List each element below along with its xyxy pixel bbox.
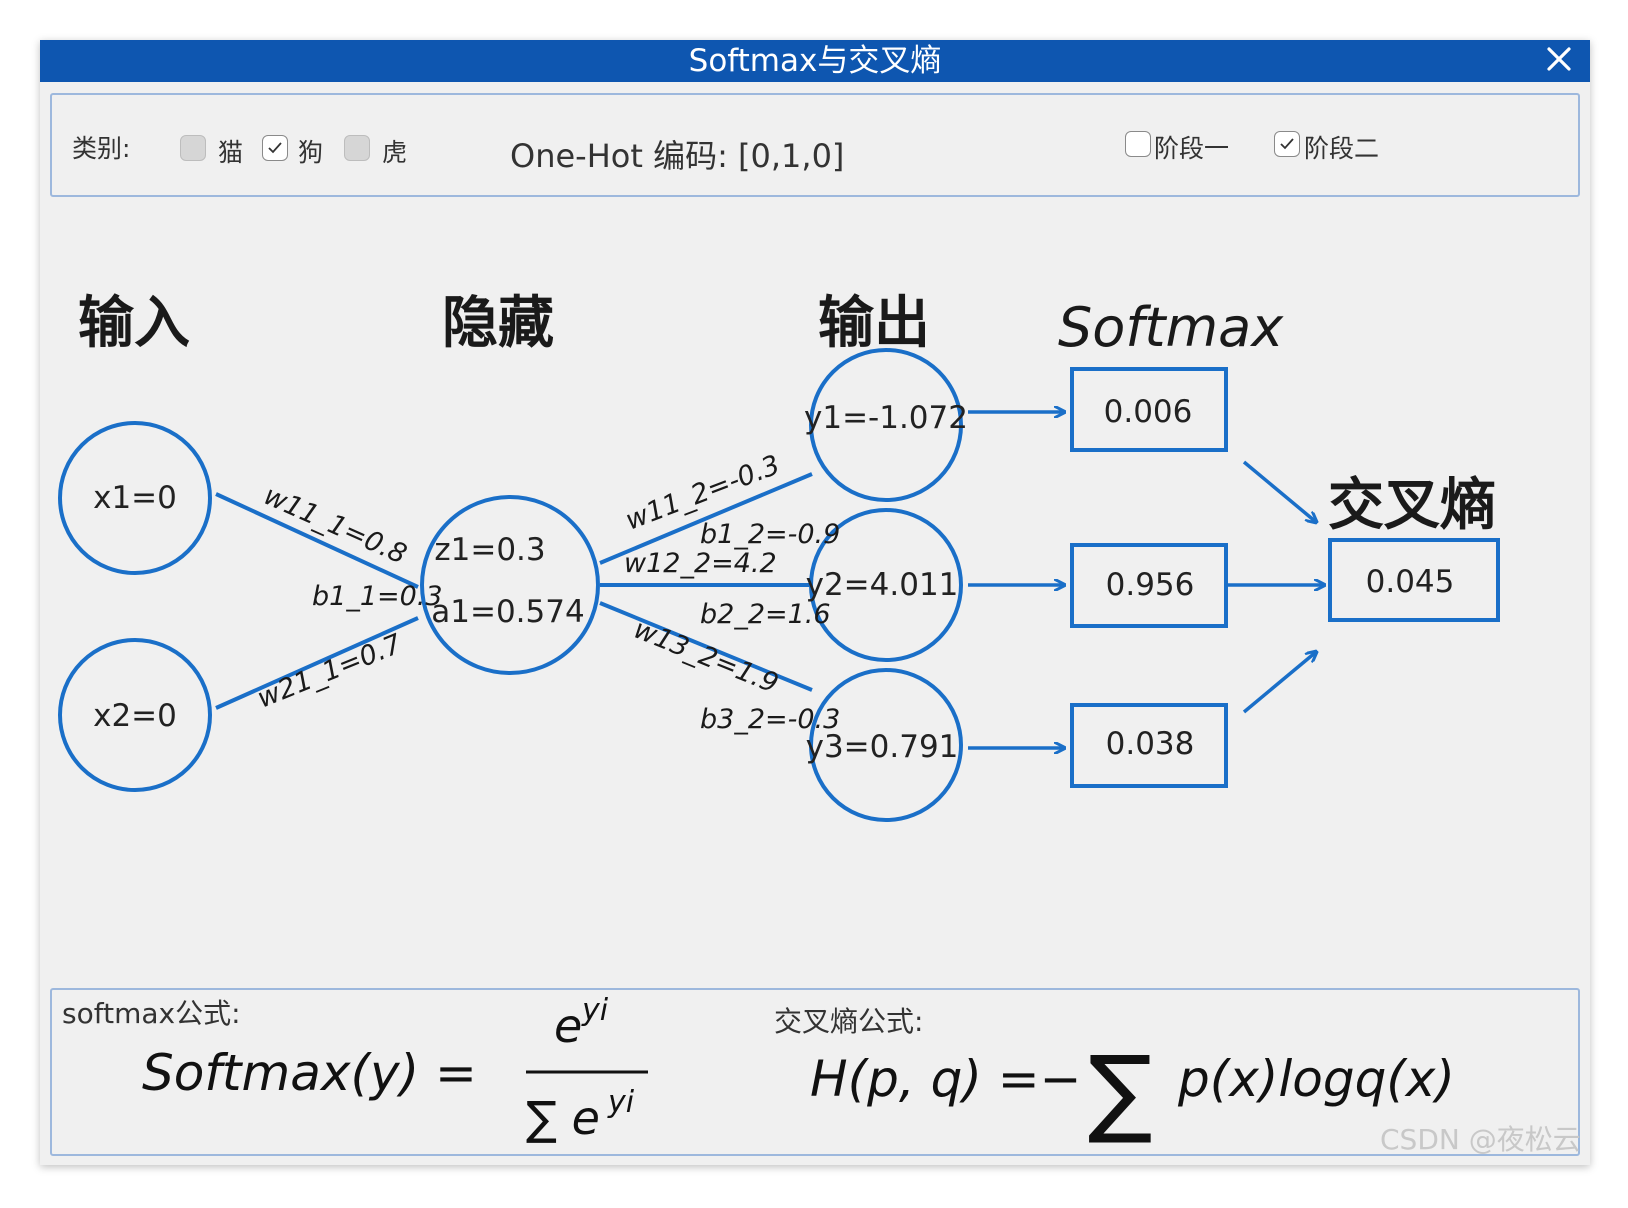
hidden-a-text: a1=0.574 <box>431 594 584 630</box>
softmax-numerator-sup: yi <box>581 993 609 1028</box>
input-x2-text: x2=0 <box>93 698 177 734</box>
ce-sum: ∑ <box>1088 1035 1153 1147</box>
ce-lhs: H(p, q) =− <box>810 1050 1082 1108</box>
arrow-s3-ce <box>1242 652 1316 714</box>
softmax-value-2: 0.956 <box>1106 567 1195 603</box>
watermark: CSDN @夜松云 <box>1380 1123 1581 1156</box>
header-hidden: 隐藏 <box>442 291 554 356</box>
input-x1-text: x1=0 <box>93 480 177 516</box>
output-y1-text: y1=-1.072 <box>804 400 968 436</box>
app-window: Softmax与交叉熵 类别: 猫 狗 虎 One-Hot 编码: [0,1,0… <box>40 40 1590 1165</box>
formula-rendering: Softmax(y) = e yi ∑ e yi H(p, q) =− ∑ p(… <box>142 993 1455 1147</box>
bias-b3-2: b3_2=-0.3 <box>700 704 840 735</box>
output-y2-text: y2=4.011 <box>806 567 959 603</box>
hidden-z-text: z1=0.3 <box>434 532 545 568</box>
ce-rhs: p(x)logq(x) <box>1177 1050 1455 1108</box>
softmax-lhs: Softmax(y) = <box>142 1044 477 1102</box>
bias-b2-2: b2_2=1.6 <box>700 599 831 630</box>
weight-w12-2: w12_2=4.2 <box>624 548 777 579</box>
hidden-node <box>420 495 600 675</box>
header-output: 输出 <box>818 291 930 356</box>
formula-panel: softmax公式: 交叉熵公式: Softmax(y) = e yi ∑ e … <box>50 988 1580 1156</box>
bias-b1-2: b1_2=-0.9 <box>700 519 840 550</box>
header-input: 输入 <box>78 291 190 356</box>
header-cross-entropy: 交叉熵 <box>1328 473 1496 538</box>
bias-b1-1: b1_1=0.3 <box>312 581 443 612</box>
softmax-numerator: e <box>554 999 582 1053</box>
softmax-value-1: 0.006 <box>1104 394 1193 430</box>
arrow-s1-ce <box>1242 460 1316 522</box>
weight-w21-1: w21_1=0.7 <box>253 629 406 715</box>
softmax-denominator-sup: yi <box>607 1085 635 1120</box>
softmax-value-3: 0.038 <box>1106 726 1195 762</box>
cross-entropy-value: 0.045 <box>1366 564 1455 600</box>
softmax-denominator: ∑ e <box>526 1091 600 1145</box>
header-softmax: Softmax <box>1058 296 1284 359</box>
